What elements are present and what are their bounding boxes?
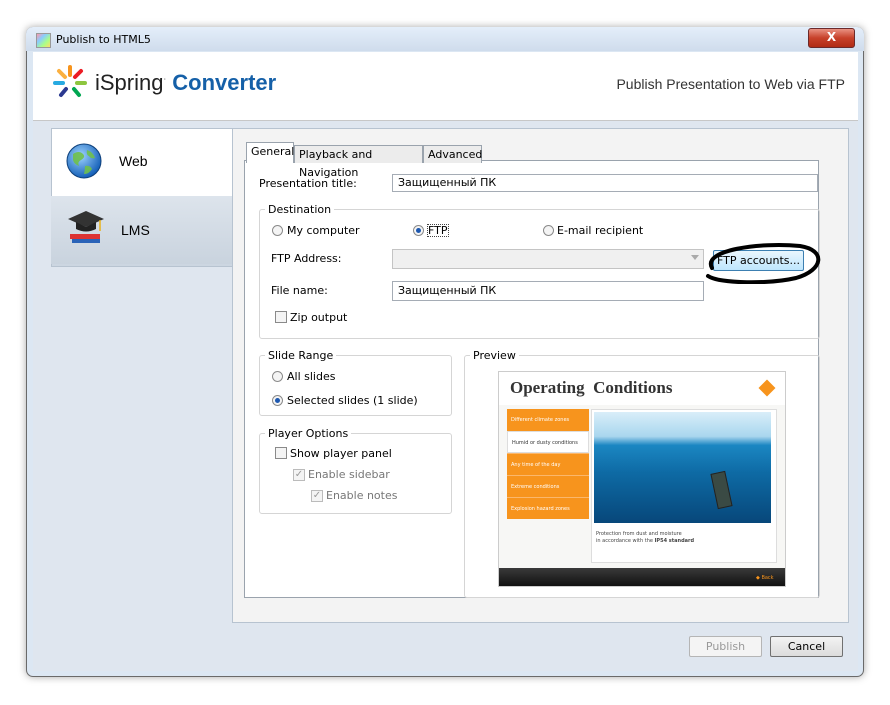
- radio-all-slides-label[interactable]: All slides: [287, 370, 335, 383]
- ftp-address-select[interactable]: [392, 249, 704, 269]
- tab-advanced[interactable]: Advanced: [423, 145, 482, 163]
- enable-sidebar-label[interactable]: Enable sidebar: [308, 468, 390, 481]
- slide-menu-item: Humid or dusty conditions: [507, 431, 589, 453]
- slide-menu-item: Different climate zones: [507, 409, 589, 431]
- enable-notes-checkbox[interactable]: ✓: [311, 490, 323, 502]
- radio-my-computer[interactable]: [272, 225, 283, 236]
- slide-caption-line1: Protection from dust and moisture: [596, 531, 682, 537]
- enable-notes-label[interactable]: Enable notes: [326, 489, 397, 502]
- cancel-button[interactable]: Cancel: [770, 636, 843, 657]
- show-player-panel-checkbox[interactable]: [275, 447, 287, 459]
- slide-menu-item: Any time of the day: [507, 453, 589, 475]
- presentation-title-label: Presentation title:: [259, 177, 357, 190]
- slide-caption-line2: in accordance with the IP54 standard: [596, 538, 694, 544]
- radio-selected-slides[interactable]: [272, 395, 283, 406]
- file-name-input[interactable]: Защищенный ПК: [392, 281, 704, 301]
- file-name-label: File name:: [271, 284, 328, 297]
- chevron-down-icon[interactable]: [691, 255, 699, 260]
- globe-icon: [65, 142, 103, 180]
- destination-legend: Destination: [265, 203, 335, 216]
- enable-sidebar-checkbox[interactable]: ✓: [293, 469, 305, 481]
- slide-back-button: ◆ Back: [756, 575, 774, 581]
- tab-general[interactable]: General: [246, 142, 294, 163]
- nav-item-web-label: Web: [119, 153, 148, 169]
- radio-email-recipient-label[interactable]: E-mail recipient: [557, 224, 643, 237]
- slide-footer-bar: [499, 568, 785, 586]
- caption-bold: IP54 standard: [654, 538, 695, 544]
- close-button[interactable]: X: [808, 28, 855, 48]
- radio-selected-slides-label[interactable]: Selected slides (1 slide): [287, 394, 418, 407]
- publish-button[interactable]: Publish: [689, 636, 762, 657]
- banner-subtitle: Publish Presentation to Web via FTP: [616, 76, 845, 92]
- brand-part1: iSpring: [95, 70, 164, 95]
- slide-range-legend: Slide Range: [265, 349, 337, 362]
- brand-logo-text: iSpring· Converter: [95, 70, 277, 95]
- underwater-image: [594, 412, 771, 523]
- graduation-cap-icon: [66, 207, 106, 247]
- ispring-logo-icon: [52, 64, 88, 100]
- radio-ftp[interactable]: [413, 225, 424, 236]
- zip-output-label[interactable]: Zip output: [290, 311, 347, 324]
- brand-part2: Converter: [172, 70, 277, 95]
- preview-legend: Preview: [470, 349, 519, 362]
- nav-item-lms-label: LMS: [121, 222, 150, 238]
- radio-my-computer-label[interactable]: My computer: [287, 224, 360, 237]
- presentation-title-input[interactable]: Защищенный ПК: [392, 174, 818, 192]
- radio-all-slides[interactable]: [272, 371, 283, 382]
- annotation-ellipse: [700, 240, 824, 285]
- device-image: [710, 470, 733, 510]
- radio-ftp-label[interactable]: FTP: [427, 224, 449, 237]
- caption-text: in accordance with the: [596, 538, 653, 544]
- app-icon: [36, 33, 51, 48]
- back-label: Back: [761, 575, 774, 581]
- window-title: Publish to HTML5: [56, 33, 151, 46]
- ftp-address-label: FTP Address:: [271, 252, 342, 265]
- tab-playback-navigation[interactable]: Playback and Navigation: [294, 145, 423, 179]
- show-player-panel-label[interactable]: Show player panel: [290, 447, 392, 460]
- zip-output-checkbox[interactable]: [275, 311, 287, 323]
- slide-menu-item: Explosion hazard zones: [507, 497, 589, 519]
- radio-email-recipient[interactable]: [543, 225, 554, 236]
- slide-menu-item: Extreme conditions: [507, 475, 589, 497]
- slide-preview: Operating Conditions Different climate z…: [498, 371, 786, 587]
- player-options-legend: Player Options: [265, 427, 352, 440]
- title-bar[interactable]: [26, 27, 864, 51]
- slide-title: Operating Conditions: [510, 378, 673, 397]
